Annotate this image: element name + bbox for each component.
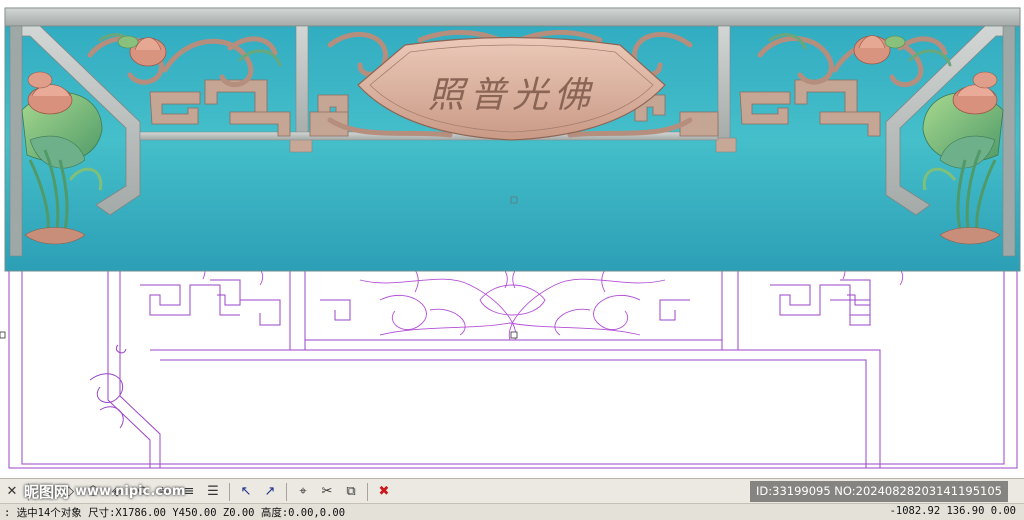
layers-icon[interactable]: ☰ [202,482,224,502]
watermark-site: www.nipic.com [75,483,186,499]
close-panel-icon[interactable]: ✕ [1,482,23,502]
status-selection-info: : 选中14个对象 尺寸:X1786.00 Y450.00 Z0.00 高度:0… [4,507,346,519]
unpick-icon[interactable]: ↗ [259,482,281,502]
watermark-logo: 昵图网 www.nipic.com [24,480,185,502]
trim-icon[interactable]: ✂ [316,482,338,502]
status-bar: : 选中14个对象 尺寸:X1786.00 Y450.00 Z0.00 高度:0… [0,503,1024,520]
watermark-logo-text: 昵图网 [24,482,70,501]
toolbar-separator [367,482,368,501]
snap-icon[interactable]: ⌖ [292,482,314,502]
selection-handle-left[interactable] [0,331,6,339]
relief-render [4,7,1021,272]
drawing-canvas[interactable]: 照普光佛 [0,0,1024,478]
pick-icon[interactable]: ↖ [235,482,257,502]
toolbar-separator [286,482,287,501]
toolbar-separator [229,482,230,501]
selection-handle-bottom[interactable] [510,331,518,339]
watermark-id-overlay: ID:33199095 NO:20240828203141195105 [750,481,1008,502]
plaque-text: 照普光佛 [427,75,596,116]
join-icon[interactable]: ⧉ [340,482,362,502]
delete-icon[interactable]: ✖ [373,482,395,502]
status-coordinates: -1082.92 136.90 0.00 [889,505,1016,517]
